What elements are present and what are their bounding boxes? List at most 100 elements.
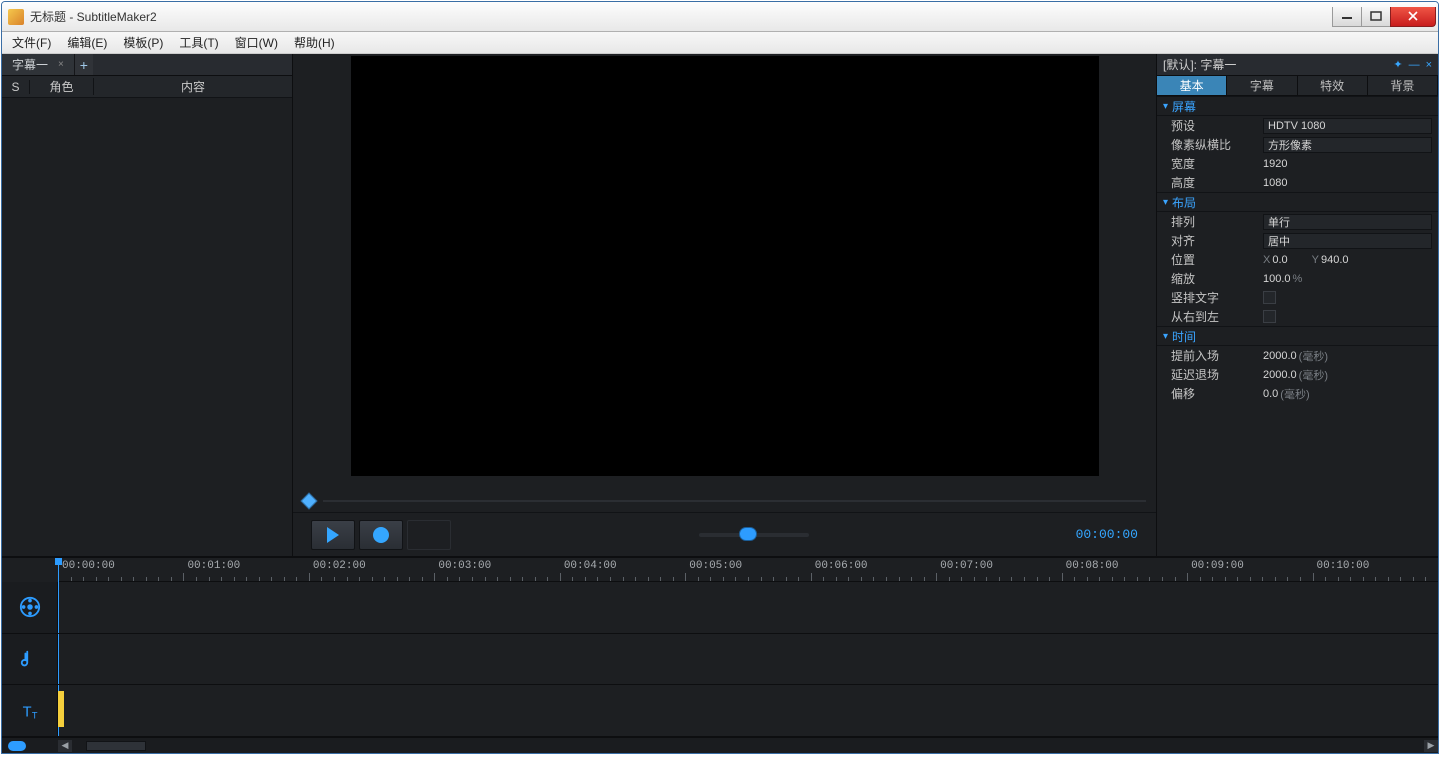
app-window: 无标题 - SubtitleMaker2 文件(F) 编辑(E) 模板(P) 工…	[1, 1, 1439, 754]
height-label: 高度	[1171, 174, 1263, 191]
menu-help[interactable]: 帮助(H)	[286, 34, 343, 51]
minimize-button[interactable]	[1332, 7, 1362, 27]
slider-knob[interactable]	[739, 527, 757, 541]
timeline-panel: 00:00:0000:01:0000:02:0000:03:0000:04:00…	[2, 557, 1438, 753]
par-select[interactable]: 方形像素	[1263, 137, 1432, 153]
menu-file[interactable]: 文件(F)	[4, 34, 59, 51]
ruler-label: 00:03:00	[438, 560, 491, 572]
align-label: 对齐	[1171, 232, 1263, 249]
rtl-checkbox[interactable]	[1263, 310, 1276, 323]
track-audio-header[interactable]	[2, 634, 57, 686]
tab-background[interactable]: 背景	[1368, 76, 1438, 95]
offset-unit: (毫秒)	[1280, 386, 1309, 402]
menu-edit[interactable]: 编辑(E)	[59, 34, 115, 51]
stop-button[interactable]	[407, 520, 451, 550]
scroll-track[interactable]	[72, 741, 1424, 751]
offset-value[interactable]: 0.0	[1263, 388, 1278, 400]
tab-subtitle-1[interactable]: 字幕一 ×	[2, 54, 75, 75]
zoom-knob[interactable]	[8, 741, 26, 751]
preset-label: 预设	[1171, 117, 1263, 134]
speed-slider[interactable]	[699, 533, 809, 537]
pos-x-value[interactable]: 0.0	[1272, 254, 1287, 266]
ruler-label: 00:01:00	[187, 560, 240, 572]
maximize-button[interactable]	[1361, 7, 1391, 27]
tab-close-icon[interactable]: ×	[58, 59, 64, 70]
menubar: 文件(F) 编辑(E) 模板(P) 工具(T) 窗口(W) 帮助(H)	[2, 32, 1438, 54]
ruler-label: 00:00:00	[62, 560, 115, 572]
timeline-ruler[interactable]: 00:00:0000:01:0000:02:0000:03:0000:04:00…	[58, 558, 1438, 582]
ruler-label: 00:10:00	[1317, 560, 1370, 572]
window-title: 无标题 - SubtitleMaker2	[30, 8, 1333, 25]
preset-select[interactable]: HDTV 1080	[1263, 118, 1432, 134]
panel-close-icon[interactable]: ×	[1426, 59, 1432, 71]
col-role[interactable]: 角色	[30, 78, 94, 95]
track-headers: TT	[2, 582, 58, 737]
group-screen: 屏幕 预设HDTV 1080 像素纵横比方形像素 宽度1920 高度1080	[1157, 96, 1438, 192]
play-button[interactable]	[311, 520, 355, 550]
scrub-line[interactable]	[323, 500, 1146, 502]
align-select[interactable]: 居中	[1263, 233, 1432, 249]
properties-header: [默认]: 字幕一 ✦ — ×	[1157, 54, 1438, 76]
panel-minus-icon[interactable]: —	[1409, 59, 1420, 71]
group-time-title[interactable]: 时间	[1157, 326, 1438, 346]
arrange-select[interactable]: 单行	[1263, 214, 1432, 230]
postout-unit: (毫秒)	[1299, 367, 1328, 383]
list-body[interactable]	[2, 98, 292, 556]
track-video-header[interactable]	[2, 582, 57, 634]
col-s[interactable]: S	[2, 80, 30, 94]
svg-text:T: T	[22, 704, 31, 720]
track-video[interactable]	[58, 582, 1438, 634]
col-content[interactable]: 内容	[94, 78, 292, 95]
video-preview[interactable]	[351, 56, 1099, 476]
preview-panel: 00:00:00	[293, 54, 1157, 556]
pos-x-prefix: X	[1263, 254, 1270, 266]
app-body: 字幕一 × + S 角色 内容	[2, 54, 1438, 753]
track-bodies[interactable]	[58, 582, 1438, 737]
timeline-scrollbar: ◀ ▶	[2, 737, 1438, 753]
vertical-label: 竖排文字	[1171, 289, 1263, 306]
subtitle-clip[interactable]	[58, 691, 64, 727]
panel-add-icon[interactable]: ✦	[1393, 58, 1402, 71]
properties-body: 屏幕 预设HDTV 1080 像素纵横比方形像素 宽度1920 高度1080 布…	[1157, 96, 1438, 556]
menu-template[interactable]: 模板(P)	[115, 34, 171, 51]
properties-tabs: 基本 字幕 特效 背景	[1157, 76, 1438, 96]
track-text[interactable]	[58, 685, 1438, 737]
titlebar[interactable]: 无标题 - SubtitleMaker2	[2, 2, 1438, 32]
scroll-left-button[interactable]: ◀	[58, 740, 72, 752]
record-button[interactable]	[359, 520, 403, 550]
subtitle-tabstrip: 字幕一 × +	[2, 54, 292, 76]
properties-panel: [默认]: 字幕一 ✦ — × 基本 字幕 特效 背景 屏幕 预设HDTV 10…	[1157, 54, 1438, 556]
postout-value[interactable]: 2000.0	[1263, 369, 1297, 381]
prein-value[interactable]: 2000.0	[1263, 350, 1297, 362]
prein-unit: (毫秒)	[1299, 348, 1328, 364]
rtl-label: 从右到左	[1171, 308, 1263, 325]
close-button[interactable]	[1390, 7, 1436, 27]
scroll-thumb[interactable]	[86, 741, 146, 751]
keyframe-icon[interactable]	[301, 493, 318, 510]
pos-y-prefix: Y	[1312, 254, 1319, 266]
menu-tools[interactable]: 工具(T)	[171, 34, 226, 51]
scale-label: 缩放	[1171, 270, 1263, 287]
position-label: 位置	[1171, 251, 1263, 268]
arrange-label: 排列	[1171, 213, 1263, 230]
ruler-label: 00:02:00	[313, 560, 366, 572]
width-value[interactable]: 1920	[1263, 158, 1287, 170]
track-audio[interactable]	[58, 634, 1438, 686]
tab-add-button[interactable]: +	[75, 54, 93, 75]
scroll-right-button[interactable]: ▶	[1424, 740, 1438, 752]
menu-window[interactable]: 窗口(W)	[227, 34, 286, 51]
group-layout-title[interactable]: 布局	[1157, 192, 1438, 212]
scale-value[interactable]: 100.0	[1263, 273, 1291, 285]
tab-basic[interactable]: 基本	[1157, 76, 1227, 95]
group-screen-title[interactable]: 屏幕	[1157, 96, 1438, 116]
svg-text:T: T	[31, 710, 37, 720]
preview-holder	[293, 54, 1156, 490]
track-text-header[interactable]: TT	[2, 685, 57, 737]
tab-effect[interactable]: 特效	[1298, 76, 1368, 95]
zoom-slider[interactable]	[2, 741, 58, 751]
height-value[interactable]: 1080	[1263, 177, 1287, 189]
width-label: 宽度	[1171, 155, 1263, 172]
tab-subtitle[interactable]: 字幕	[1227, 76, 1297, 95]
pos-y-value[interactable]: 940.0	[1321, 254, 1349, 266]
vertical-checkbox[interactable]	[1263, 291, 1276, 304]
